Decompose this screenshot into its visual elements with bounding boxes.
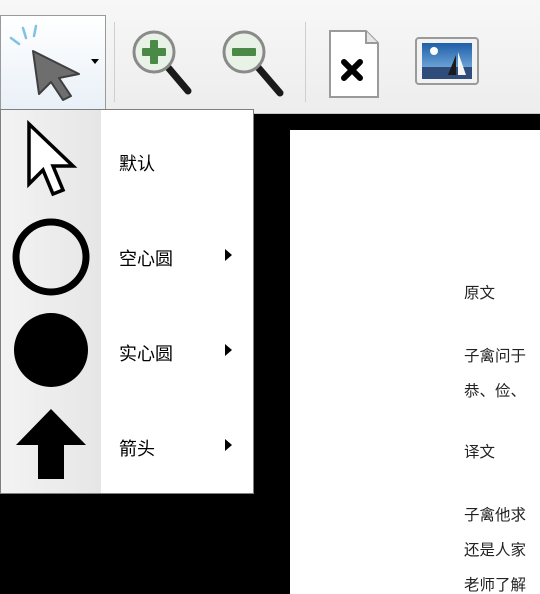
- zoom-in-button[interactable]: [128, 15, 200, 109]
- document-page[interactable]: 原文 子禽问于 恭、俭、 译文 子禽他求 还是人家 老师了解: [290, 130, 540, 594]
- submenu-arrow-icon: [225, 439, 232, 451]
- zoom-out-icon: [222, 30, 284, 97]
- arrow-cursor-outline-icon: [1, 114, 101, 209]
- insert-image-button[interactable]: [412, 15, 482, 109]
- menu-item-label: 空心圆: [119, 249, 173, 270]
- zoom-in-icon: [132, 30, 192, 95]
- insert-image-icon: [415, 37, 479, 85]
- document-line: 译文: [464, 443, 496, 461]
- chevron-down-icon: [91, 59, 99, 64]
- submenu-arrow-icon: [225, 249, 232, 261]
- document-line: 老师了解: [464, 576, 527, 594]
- document-line: 还是人家: [464, 541, 527, 559]
- toolbar: [0, 0, 540, 114]
- clear-page-icon: [329, 30, 379, 98]
- solid-circle-icon: [1, 304, 101, 399]
- pointer-style-menu: 默认 空心圆 实心圆 箭头: [0, 109, 254, 494]
- zoom-out-button[interactable]: [214, 15, 292, 109]
- menu-item-label: 默认: [119, 154, 155, 175]
- submenu-arrow-icon: [225, 344, 232, 356]
- hollow-circle-icon: [1, 209, 101, 304]
- menu-item-hollow-circle[interactable]: 空心圆: [1, 209, 253, 304]
- menu-item-default[interactable]: 默认: [1, 114, 253, 209]
- pointer-tool-button[interactable]: [0, 15, 106, 109]
- menu-item-label: 箭头: [119, 439, 155, 460]
- document-line: 子禽问于: [464, 347, 527, 365]
- document-line: 子禽他求: [464, 506, 527, 524]
- up-arrow-icon: [1, 399, 101, 494]
- menu-item-label: 实心圆: [119, 344, 173, 365]
- toolbar-separator: [114, 22, 115, 102]
- toolbar-separator: [305, 22, 306, 102]
- menu-item-solid-circle[interactable]: 实心圆: [1, 304, 253, 399]
- document-line: 原文: [464, 284, 496, 302]
- menu-item-arrow[interactable]: 箭头: [1, 399, 253, 494]
- document-line: 恭、俭、: [464, 382, 527, 400]
- clear-page-button[interactable]: [324, 15, 384, 109]
